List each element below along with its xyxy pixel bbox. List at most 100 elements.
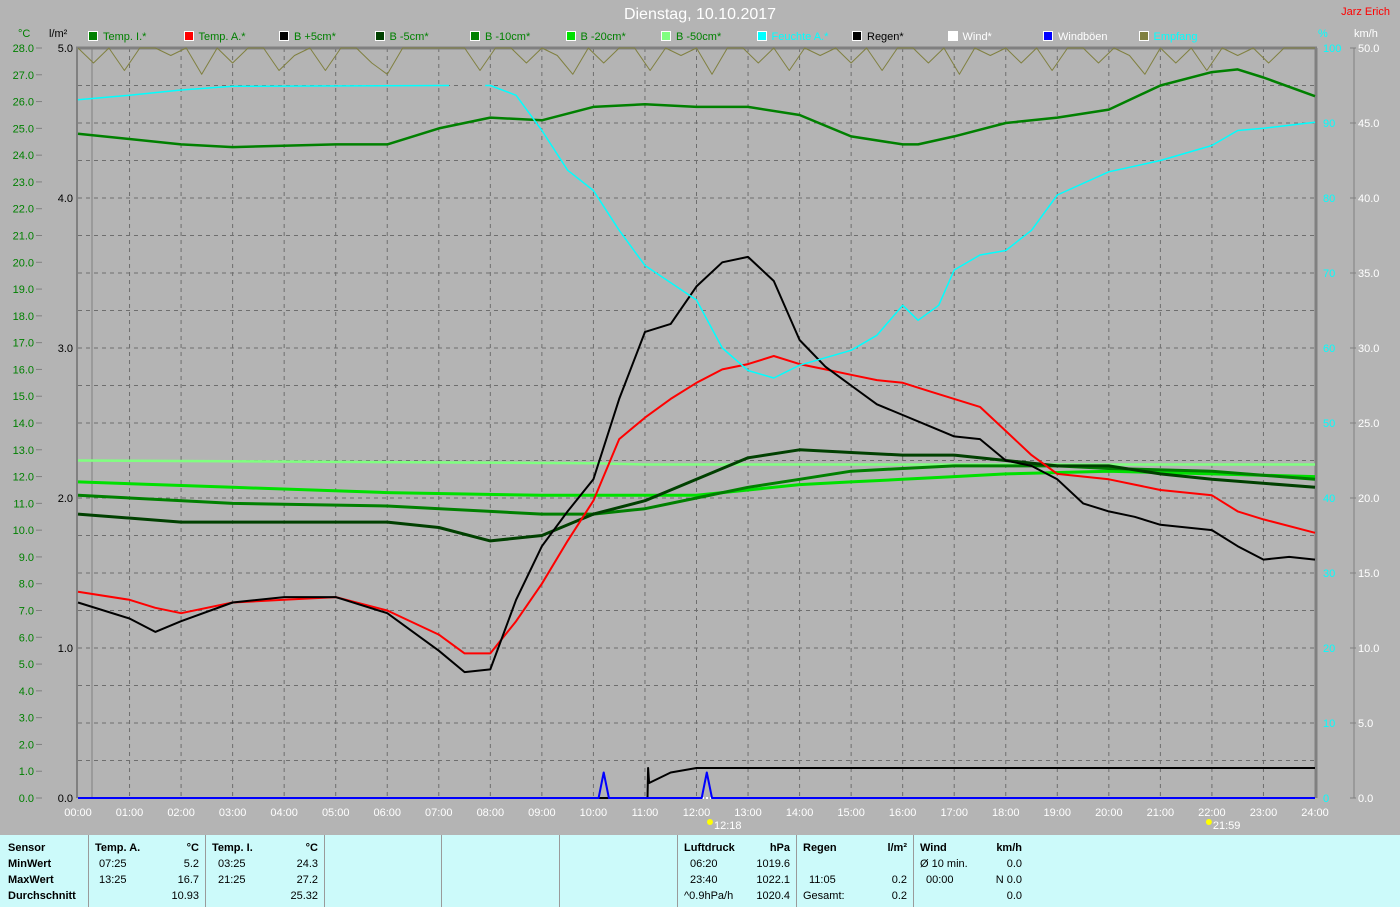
legend-swatch [374, 31, 385, 41]
temp-tick-label: 3.0 [19, 713, 34, 725]
temp-tick-label: 27.0 [13, 70, 34, 82]
humidity-tick-label: 60 [1323, 343, 1335, 355]
temp-tick-label: 25.0 [13, 123, 34, 135]
humidity-tick-label: 80 [1323, 193, 1335, 205]
rain-tick-label: 5.0 [58, 43, 73, 55]
wind-avg-label: Ø 10 min. [920, 858, 968, 870]
legend-label: B -50cm* [676, 31, 722, 43]
wind-tick-label: 30.0 [1358, 343, 1379, 355]
temp-tick-label: 20.0 [13, 257, 34, 269]
legend-item: B -10cm* [470, 31, 530, 43]
legend-item: B +5cm* [279, 31, 336, 43]
x-tick-label: 14:00 [786, 807, 814, 819]
rain-tick-label: 4.0 [58, 193, 73, 205]
legend-swatch [1043, 31, 1053, 41]
rain-total-label: Gesamt: [803, 890, 845, 902]
wind-max-time: 00:00 [926, 874, 954, 886]
wind-column: Wind km/h Ø 10 min. 0.0 00:00 N 0.0 0.0 [914, 835, 1030, 907]
series-b-50cm [77, 459, 1315, 466]
sun-icon [706, 819, 713, 825]
x-tick-label: 15:00 [837, 807, 865, 819]
x-tick-label: 12:00 [683, 807, 711, 819]
pressure-trend: ^0.9hPa/h [684, 890, 734, 902]
x-tick-label: 17:00 [940, 807, 968, 819]
wind-tick-label: 50.0 [1358, 43, 1379, 55]
temp-tick-label: 19.0 [13, 284, 34, 296]
legend-item: B -5cm* [374, 31, 429, 43]
legend-label: Wind* [962, 31, 992, 43]
wind-tick-label: 10.0 [1358, 643, 1379, 655]
legend-item: Wind* [947, 31, 992, 43]
rain-total: 0.2 [891, 890, 907, 902]
rain-axis-unit: l/m² [49, 28, 68, 40]
wind-tick-label: 15.0 [1358, 568, 1379, 580]
wind-axis-unit: km/h [1354, 28, 1378, 40]
legend-label: Feuchte A.* [771, 31, 829, 43]
empty-column [325, 835, 442, 907]
humidity-tick-label: 20 [1323, 643, 1335, 655]
temp-i-header: Temp. I. [212, 842, 253, 854]
humidity-tick-label: 50 [1323, 418, 1335, 430]
temp-axis-unit: °C [18, 28, 30, 40]
wind-tick-label: 5.0 [1358, 718, 1373, 730]
row-label-avg: Durchschnitt [8, 890, 76, 902]
rain-tick-label: 3.0 [58, 343, 73, 355]
legend-swatch [852, 31, 862, 41]
x-tick-label: 03:00 [219, 807, 247, 819]
legend-swatch [661, 31, 671, 41]
row-label-max: MaxWert [8, 874, 54, 886]
temp-a-header: Temp. A. [95, 842, 141, 854]
pressure-column: Luftdruck hPa 06:20 1019.6 23:40 1022.1 … [678, 835, 797, 907]
x-tick-label: 06:00 [373, 807, 401, 819]
temp-i-min-time: 03:25 [218, 858, 246, 870]
legend-label: Temp. I.* [103, 31, 147, 43]
rain-tick-label: 0.0 [58, 793, 73, 805]
temp-a-avg: 10.93 [171, 890, 199, 902]
temp-a-max: 16.7 [177, 874, 199, 886]
legend-item: Temp. I.* [88, 31, 146, 43]
wind-tick-label: 40.0 [1358, 193, 1379, 205]
temp-tick-label: 0.0 [19, 793, 34, 805]
x-tick-label: 04:00 [270, 807, 298, 819]
row-label-min: MinWert [8, 858, 52, 870]
legend-label: Temp. A.* [198, 31, 246, 43]
wind-last: 0.0 [1006, 890, 1022, 902]
x-tick-label: 07:00 [425, 807, 453, 819]
wind-header: Wind [920, 842, 947, 854]
pressure-max-time: 23:40 [690, 874, 718, 886]
temp-tick-label: 16.0 [13, 364, 34, 376]
legend-label: B -5cm* [389, 31, 429, 43]
wind-unit: km/h [996, 842, 1022, 854]
temp-i-max-time: 21:25 [218, 874, 246, 886]
author-label: Jarz Erich [1341, 6, 1390, 18]
x-tick-label: 13:00 [734, 807, 762, 819]
temp-tick-label: 22.0 [13, 204, 34, 216]
x-tick-label: 10:00 [580, 807, 608, 819]
temp-tick-label: 15.0 [13, 391, 34, 403]
legend-item: Windböen [1043, 31, 1108, 43]
temp-tick-label: 24.0 [13, 150, 34, 162]
humidity-tick-label: 90 [1323, 118, 1335, 130]
legend-swatch [183, 31, 194, 41]
legend-swatch [88, 31, 98, 41]
wind-avg: 0.0 [1006, 858, 1022, 870]
temp-tick-label: 7.0 [19, 606, 34, 618]
temp-a-max-time: 13:25 [99, 874, 127, 886]
x-tick-label: 05:00 [322, 807, 350, 819]
x-tick-label: 23:00 [1250, 807, 1278, 819]
rain-unit: l/m² [887, 842, 907, 854]
x-tick-label: 11:00 [632, 807, 659, 819]
x-tick-label: 00:00 [64, 807, 92, 819]
wind-tick-label: 0.0 [1358, 793, 1373, 805]
x-tick-label: 24:00 [1301, 807, 1329, 819]
humidity-tick-label: 0 [1323, 793, 1329, 805]
legend-item: B -20cm* [565, 31, 626, 43]
legend-swatch [756, 31, 767, 41]
pressure-unit: hPa [769, 842, 790, 854]
sun-icon [1205, 819, 1212, 825]
pressure-header: Luftdruck [684, 842, 735, 854]
wind-max: N 0.0 [995, 874, 1022, 886]
rain-value: 0.2 [891, 874, 907, 886]
x-tick-label: 16:00 [889, 807, 917, 819]
temp-tick-label: 4.0 [19, 686, 34, 698]
